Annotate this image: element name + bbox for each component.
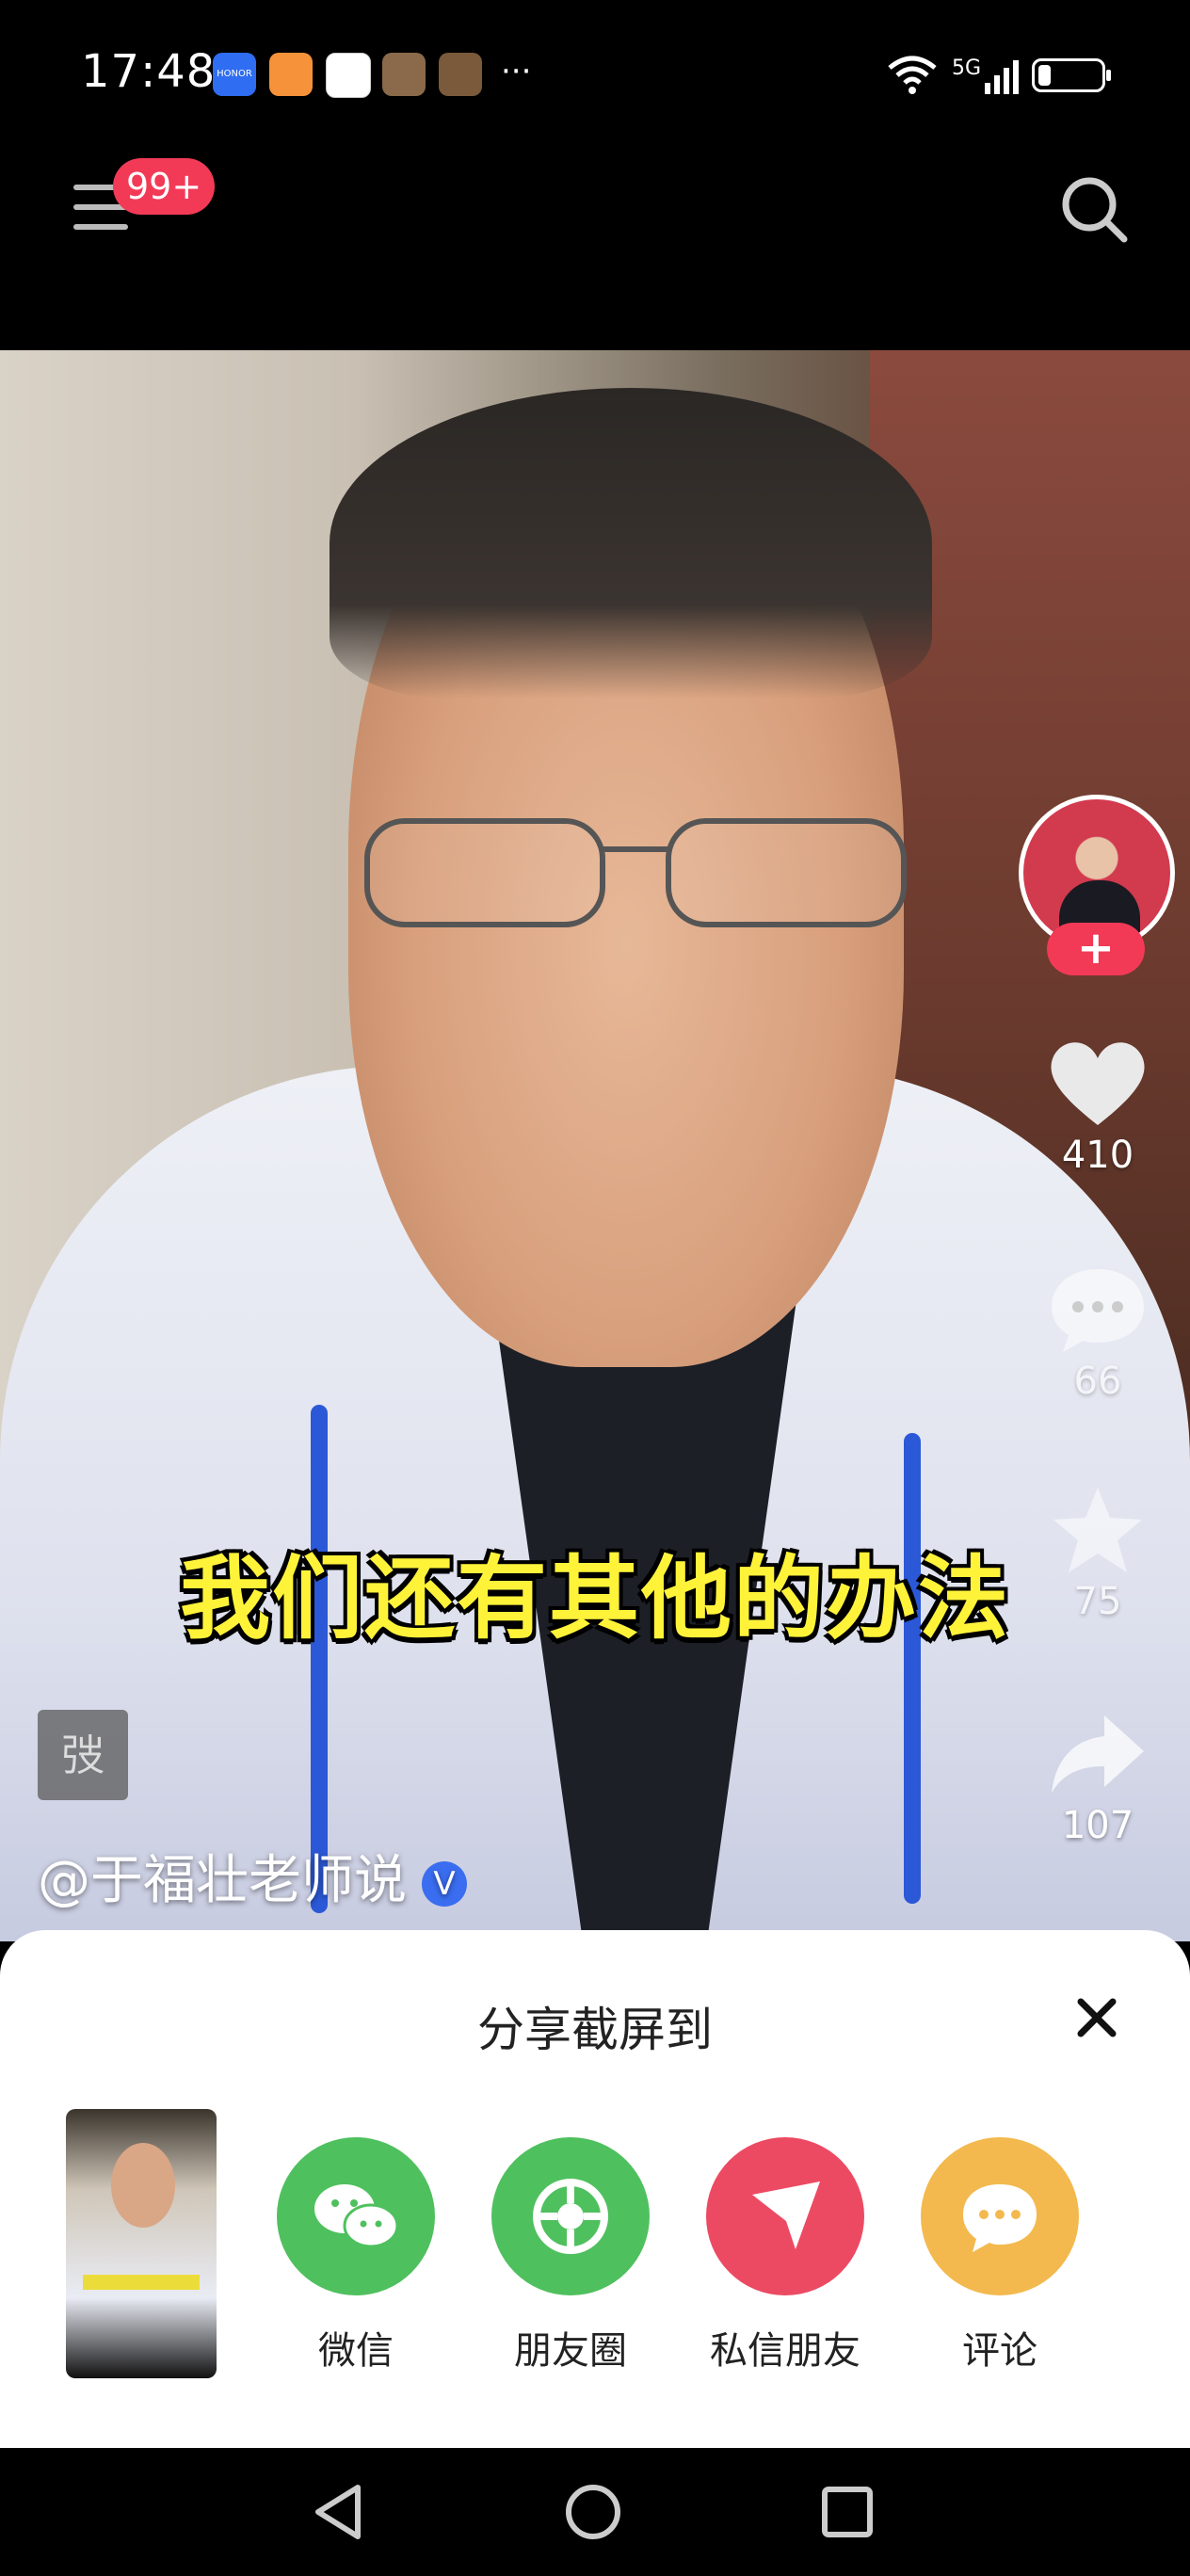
comment-icon [963, 2184, 1037, 2252]
comment-count: 66 [1073, 1360, 1122, 1403]
heart-icon [1051, 1042, 1145, 1125]
like-count: 410 [1061, 1134, 1134, 1177]
cell-signal-icon: 5G [952, 56, 1019, 94]
honor-icon: HONOR [213, 53, 256, 96]
share-circle-comment [921, 2137, 1079, 2295]
comment-bubble-icon [1052, 1269, 1144, 1352]
baidu-icon [326, 53, 371, 98]
share-button[interactable]: 107 [1032, 1706, 1164, 1847]
share-sheet-title: 分享截屏到 [477, 2003, 713, 2057]
battery-icon [1032, 58, 1111, 92]
share-label-wechat: 微信 [318, 2329, 394, 2373]
home-icon[interactable] [563, 2482, 623, 2542]
game-avatar-icon [439, 53, 482, 96]
video-caption: 我们还有其他的办法 [180, 1546, 1010, 1651]
author-name[interactable]: @于福壮老师说 V [38, 1838, 467, 1914]
network-type: 5G [951, 56, 981, 80]
glasses-graphic [364, 818, 907, 927]
clock: 17:48 [81, 45, 217, 98]
author-handle: @于福壮老师说 [38, 1850, 407, 1911]
share-label-comment: 评论 [962, 2329, 1037, 2373]
share-option-moments[interactable]: 朋友圈 [476, 2137, 665, 2375]
favorite-count: 75 [1073, 1580, 1122, 1623]
favorite-button[interactable]: 75 [1032, 1482, 1164, 1623]
like-button[interactable]: 410 [1032, 1036, 1164, 1177]
system-nav-bar [0, 2448, 1190, 2576]
share-circle-moments [491, 2137, 650, 2295]
wifi-icon [888, 56, 937, 94]
verified-badge-icon: V [422, 1860, 467, 1907]
share-label-moments: 朋友圈 [514, 2329, 627, 2373]
screenshot-thumbnail[interactable] [66, 2109, 217, 2378]
system-indicators: 5G [886, 53, 1111, 98]
share-arrow-icon [1052, 1715, 1144, 1793]
close-icon[interactable] [1073, 1994, 1120, 2041]
search-icon[interactable] [1058, 173, 1130, 245]
moments-icon [533, 2179, 608, 2254]
share-circle-direct-message [706, 2137, 864, 2295]
author-tag-badge: 弢 [38, 1710, 128, 1800]
share-option-comment[interactable]: 评论 [906, 2137, 1094, 2375]
share-option-wechat[interactable]: 微信 [262, 2137, 450, 2375]
back-icon[interactable] [311, 2482, 371, 2542]
follow-button[interactable]: + [1047, 923, 1145, 975]
send-icon [752, 2182, 820, 2249]
game-avatar-icon [382, 53, 426, 96]
recent-apps-icon[interactable] [817, 2482, 877, 2542]
comment-button[interactable]: 66 [1032, 1262, 1164, 1403]
wechat-icon [314, 2184, 399, 2248]
share-option-direct-message[interactable]: 私信朋友 [691, 2137, 879, 2375]
heart-app-icon [269, 53, 313, 96]
notification-badge: 99+ [113, 158, 216, 215]
share-count: 107 [1061, 1804, 1134, 1847]
share-label-direct-message: 私信朋友 [710, 2329, 860, 2373]
star-icon [1053, 1488, 1142, 1572]
share-circle-wechat [277, 2137, 435, 2295]
status-bar: 17:48 HONOR ··· 5G [0, 0, 1190, 151]
more-notifications-icon: ··· [501, 53, 532, 90]
video-player[interactable] [0, 350, 1190, 1941]
